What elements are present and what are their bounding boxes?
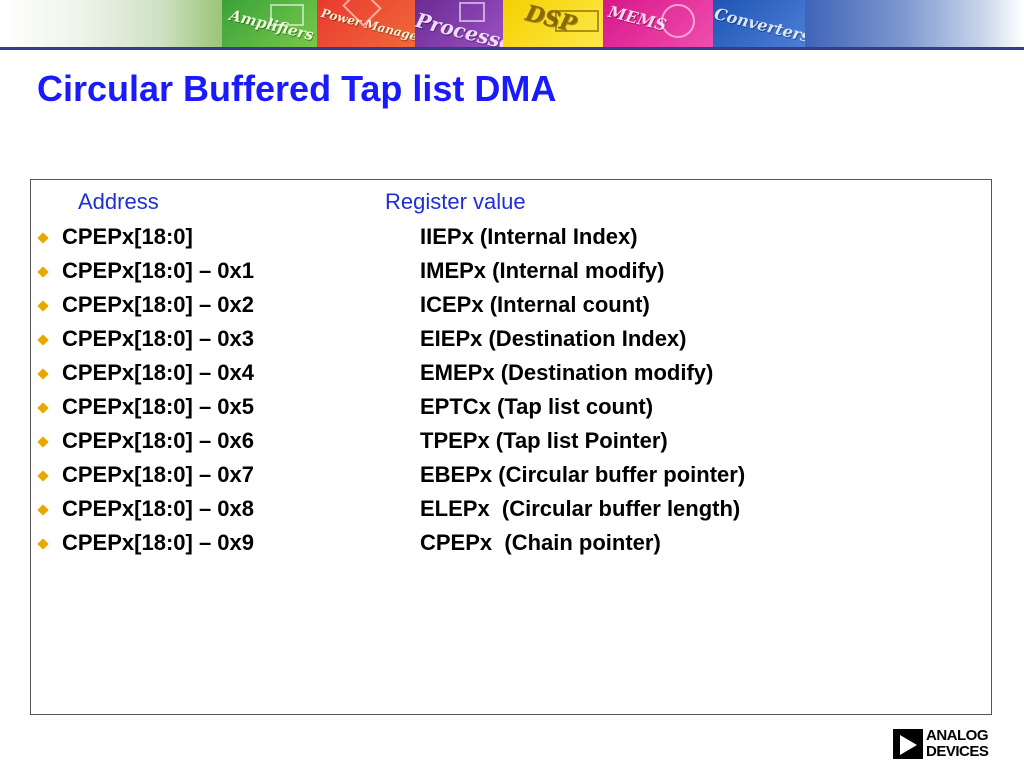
- diamond-bullet-icon: [37, 504, 49, 516]
- register-column-header: Register value: [385, 189, 526, 214]
- analog-devices-logo: ANALOG DEVICES: [893, 728, 1005, 762]
- diamond-bullet-icon: [37, 470, 49, 482]
- register-row: CPEPx[18:0] – 0x2 ICEPx (Internal count): [36, 288, 936, 322]
- logo-mark-icon: [893, 729, 923, 759]
- chip-graphic: [459, 2, 485, 22]
- register-list: CPEPx[18:0] IIEPx (Internal Index) CPEPx[1…: [36, 220, 936, 560]
- header-banner: Amplifiers Power Management Processors D…: [0, 0, 1024, 47]
- diamond-bullet-icon: [37, 538, 49, 550]
- register-row: CPEPx[18:0] – 0x8 ELEPx (Circular buffer …: [36, 492, 936, 526]
- address-value: CPEPx[18:0] – 0x9: [62, 530, 254, 555]
- register-row: CPEPx[18:0] IIEPx (Internal Index): [36, 220, 936, 254]
- banner-label: Converters: [713, 4, 805, 47]
- address-value: CPEPx[18:0] – 0x2: [62, 292, 254, 317]
- diamond-bullet-icon: [37, 300, 49, 312]
- register-row: CPEPx[18:0] – 0x7 EBEPx (Circular buffer …: [36, 458, 936, 492]
- diamond-bullet-icon: [37, 368, 49, 380]
- address-value: CPEPx[18:0] – 0x5: [62, 394, 254, 419]
- circuit-graphic: [270, 4, 304, 26]
- register-row: CPEPx[18:0] – 0x4 EMEPx (Destination modi…: [36, 356, 936, 390]
- address-value: CPEPx[18:0] – 0x3: [62, 326, 254, 351]
- register-value: IIEPx (Internal Index): [420, 224, 638, 249]
- address-value: CPEPx[18:0] – 0x4: [62, 360, 254, 385]
- address-value: CPEPx[18:0] – 0x6: [62, 428, 254, 453]
- register-value: EBEPx (Circular buffer pointer): [420, 462, 746, 487]
- address-value: CPEPx[18:0] – 0x1: [62, 258, 254, 283]
- register-value: ICEPx (Internal count): [420, 292, 650, 317]
- waveform-graphic: [555, 10, 599, 32]
- diamond-bullet-icon: [37, 266, 49, 278]
- banner-fade: [805, 0, 1024, 47]
- register-value: EMEPx (Destination modify): [420, 360, 714, 385]
- diamond-bullet-icon: [37, 436, 49, 448]
- diamond-bullet-icon: [37, 402, 49, 414]
- register-row: CPEPx[18:0] – 0x6 TPEPx (Tap list Pointer…: [36, 424, 936, 458]
- register-row: CPEPx[18:0] – 0x1 IMEPx (Internal modify): [36, 254, 936, 288]
- register-value: ELEPx (Circular buffer length): [420, 496, 741, 521]
- register-value: TPEPx (Tap list Pointer): [420, 428, 668, 453]
- banner-tile-amplifiers: Amplifiers: [222, 0, 317, 47]
- register-row: CPEPx[18:0] – 0x5 EPTCx (Tap list count): [36, 390, 936, 424]
- register-value: CPEPx (Chain pointer): [420, 530, 661, 555]
- register-value: EIEPx (Destination Index): [420, 326, 687, 351]
- banner-tile-processors: Processors: [415, 0, 503, 47]
- slide-title: Circular Buffered Tap list DMA: [37, 68, 557, 109]
- address-column-header: Address: [78, 189, 159, 214]
- diamond-bullet-icon: [37, 232, 49, 244]
- register-row: CPEPx[18:0] – 0x3 EIEPx (Destination Inde…: [36, 322, 936, 356]
- banner-tile-converters: Converters: [713, 0, 805, 47]
- address-value: CPEPx[18:0] – 0x7: [62, 462, 254, 487]
- address-value: CPEPx[18:0] – 0x8: [62, 496, 254, 521]
- gear-graphic: [661, 4, 695, 38]
- register-value: IMEPx (Internal modify): [420, 258, 665, 283]
- banner-tile-dsp: DSP: [503, 0, 603, 47]
- address-value: CPEPx[18:0]: [62, 224, 193, 249]
- banner-label: MEMS: [606, 2, 669, 35]
- banner-tile-power: Power Management: [317, 0, 415, 47]
- banner-rule: [0, 47, 1024, 50]
- register-row: CPEPx[18:0] – 0x9 CPEPx (Chain pointer): [36, 526, 936, 560]
- diamond-bullet-icon: [37, 334, 49, 346]
- banner-tile-mems: MEMS: [603, 0, 713, 47]
- logo-wordmark: ANALOG DEVICES: [926, 727, 989, 760]
- register-value: EPTCx (Tap list count): [420, 394, 654, 419]
